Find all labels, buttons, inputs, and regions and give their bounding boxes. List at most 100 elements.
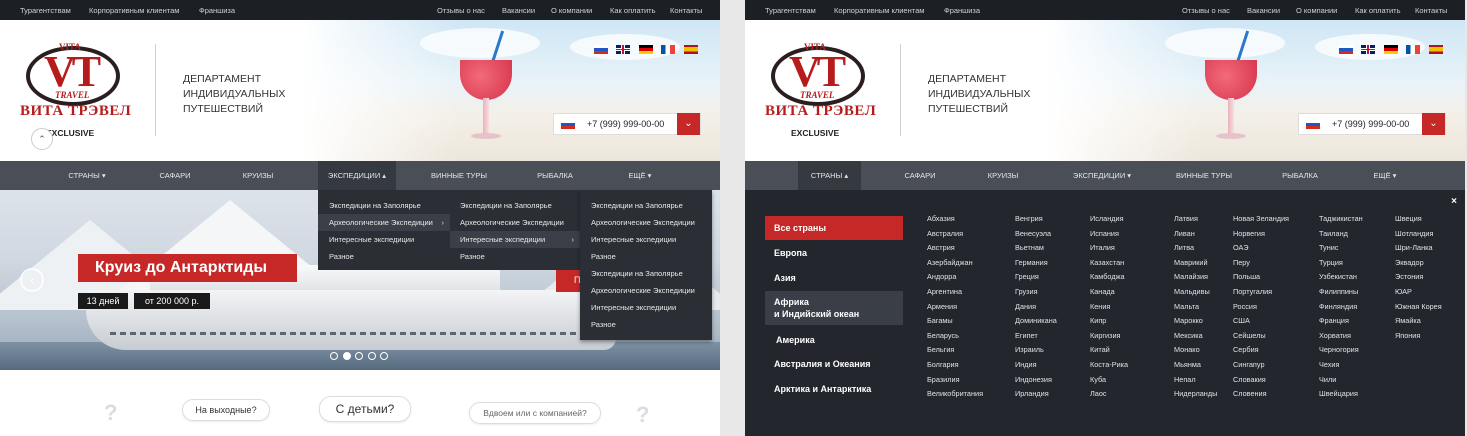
nav-item-countries[interactable]: СТРАНЫ ▾ [55,161,119,190]
dropdown-item[interactable]: Археологические Экспедиции [580,214,695,231]
nav-item-more[interactable]: ЕЩЁ ▾ [1360,161,1410,190]
dropdown-item[interactable]: Разное [580,316,616,333]
country-link[interactable]: Греция [1015,272,1039,281]
dropdown-item[interactable]: Археологические Экспедиции [450,214,580,231]
country-link[interactable]: Бельгия [927,345,954,354]
country-link[interactable]: Испания [1090,229,1119,238]
country-link[interactable]: Чили [1319,375,1336,384]
topbar-link-about[interactable]: О компании [1296,6,1337,15]
country-link[interactable]: Португалия [1233,287,1272,296]
country-link[interactable]: Великобритания [927,389,983,398]
country-link[interactable]: Бразилия [927,375,960,384]
dropdown-item-interesting[interactable]: Интересные экспедиции › [450,231,580,248]
dropdown-item[interactable]: Интересные экспедиции [580,231,676,248]
country-link[interactable]: Франция [1319,316,1349,325]
nav-item-more[interactable]: ЕЩЁ ▾ [615,161,665,190]
dropdown-item[interactable]: Интересные экспедиции [318,231,450,248]
germany-flag-icon[interactable] [639,45,653,54]
nav-item-cruises[interactable]: КРУИЗЫ [228,161,288,190]
country-link[interactable]: Мексика [1174,331,1203,340]
filter-couple-or-group[interactable]: Вдвоем или с компанией? [469,402,601,424]
chevron-down-icon[interactable]: ⌄ [1422,113,1445,135]
category-all-countries[interactable]: Все страны [765,216,903,240]
filter-weekend[interactable]: На выходные? [182,399,270,421]
topbar-link-vacancies[interactable]: Вакансии [502,6,535,15]
country-link[interactable]: Монако [1174,345,1200,354]
country-link[interactable]: Хорватия [1319,331,1351,340]
country-link[interactable]: Мальдивы [1174,287,1210,296]
country-link[interactable]: Черногория [1319,345,1359,354]
country-link[interactable]: Маврикий [1174,258,1208,267]
dropdown-item[interactable]: Разное [318,248,450,265]
country-link[interactable]: Перу [1233,258,1250,267]
country-link[interactable]: Марокко [1174,316,1203,325]
country-link[interactable]: Литва [1174,243,1194,252]
country-link[interactable]: Япония [1395,331,1420,340]
category-africa-indian-ocean[interactable]: Африка и Индийский океан [765,291,903,325]
russia-flag-icon[interactable] [594,45,608,54]
country-link[interactable]: Эквадор [1395,258,1424,267]
country-link[interactable]: Австралия [927,229,963,238]
country-link[interactable]: Сербия [1233,345,1259,354]
dropdown-item-archaeological[interactable]: Археологические Экспедиции › [318,214,450,231]
nav-item-fishing[interactable]: РЫБАЛКА [525,161,585,190]
country-link[interactable]: Швеция [1395,214,1422,223]
country-link[interactable]: Казахстан [1090,258,1124,267]
country-link[interactable]: Венгрия [1015,214,1043,223]
topbar-link-contacts[interactable]: Контакты [670,6,702,15]
country-link[interactable]: Египет [1015,331,1038,340]
slider-dot[interactable] [380,352,388,360]
spain-flag-icon[interactable] [1429,45,1443,54]
country-link[interactable]: Доминикана [1015,316,1057,325]
country-link[interactable]: Латвия [1174,214,1198,223]
nav-item-expeditions[interactable]: ЭКСПЕДИЦИИ ▴ [318,161,396,190]
topbar-link-agencies[interactable]: Турагентствам [20,6,71,15]
country-link[interactable]: Таджикистан [1319,214,1363,223]
nav-item-wine-tours[interactable]: ВИННЫЕ ТУРЫ [1169,161,1239,190]
country-link[interactable]: Индонезия [1015,375,1052,384]
country-link[interactable]: Норвегия [1233,229,1265,238]
france-flag-icon[interactable] [661,45,675,54]
country-link[interactable]: Венесуэла [1015,229,1051,238]
country-link[interactable]: Ямайка [1395,316,1421,325]
country-link[interactable]: Южная Корея [1395,302,1442,311]
nav-item-wine-tours[interactable]: ВИННЫЕ ТУРЫ [424,161,494,190]
scroll-up-button[interactable]: ⌃ [31,128,53,150]
dropdown-item[interactable]: Археологические Экспедиции [580,282,695,299]
country-link[interactable]: Азербайджан [927,258,973,267]
russia-flag-icon[interactable] [1339,45,1353,54]
country-link[interactable]: Словения [1233,389,1267,398]
topbar-link-reviews[interactable]: Отзывы о нас [437,6,485,15]
country-link[interactable]: Финляндия [1319,302,1357,311]
country-link[interactable]: Вьетнам [1015,243,1044,252]
dropdown-item[interactable]: Разное [450,248,580,265]
next-slide-banner[interactable]: П [556,268,580,292]
country-link[interactable]: Армения [927,302,957,311]
nav-item-countries[interactable]: СТРАНЫ ▴ [798,161,861,190]
dropdown-item[interactable]: Экспедиции на Заполярье [318,197,450,214]
country-link[interactable]: ЮАР [1395,287,1412,296]
country-link[interactable]: Коста-Рика [1090,360,1128,369]
germany-flag-icon[interactable] [1384,45,1398,54]
topbar-link-corporate[interactable]: Корпоративным клиентам [89,6,179,15]
slider-dot[interactable] [330,352,338,360]
category-arctic-antarctica[interactable]: Арктика и Антарктика [765,377,903,401]
country-link[interactable]: Камбоджа [1090,272,1125,281]
country-link[interactable]: Германия [1015,258,1048,267]
country-link[interactable]: Канада [1090,287,1115,296]
nav-item-cruises[interactable]: КРУИЗЫ [973,161,1033,190]
dropdown-item[interactable]: Экспедиции на Заполярье [580,197,683,214]
country-link[interactable]: Абхазия [927,214,955,223]
country-link[interactable]: Исландия [1090,214,1124,223]
country-link[interactable]: Шри-Ланка [1395,243,1433,252]
uk-flag-icon[interactable] [1361,45,1375,54]
country-link[interactable]: Андорра [927,272,956,281]
country-link[interactable]: Аргентина [927,287,962,296]
dropdown-item[interactable]: Экспедиции на Заполярье [450,197,580,214]
country-link[interactable]: Ливан [1174,229,1195,238]
country-link[interactable]: Нидерланды [1174,389,1217,398]
topbar-link-franchise[interactable]: Франшиза [199,6,235,15]
country-link[interactable]: Лаос [1090,389,1107,398]
country-link[interactable]: Мальта [1174,302,1199,311]
topbar-link-contacts[interactable]: Контакты [1415,6,1447,15]
